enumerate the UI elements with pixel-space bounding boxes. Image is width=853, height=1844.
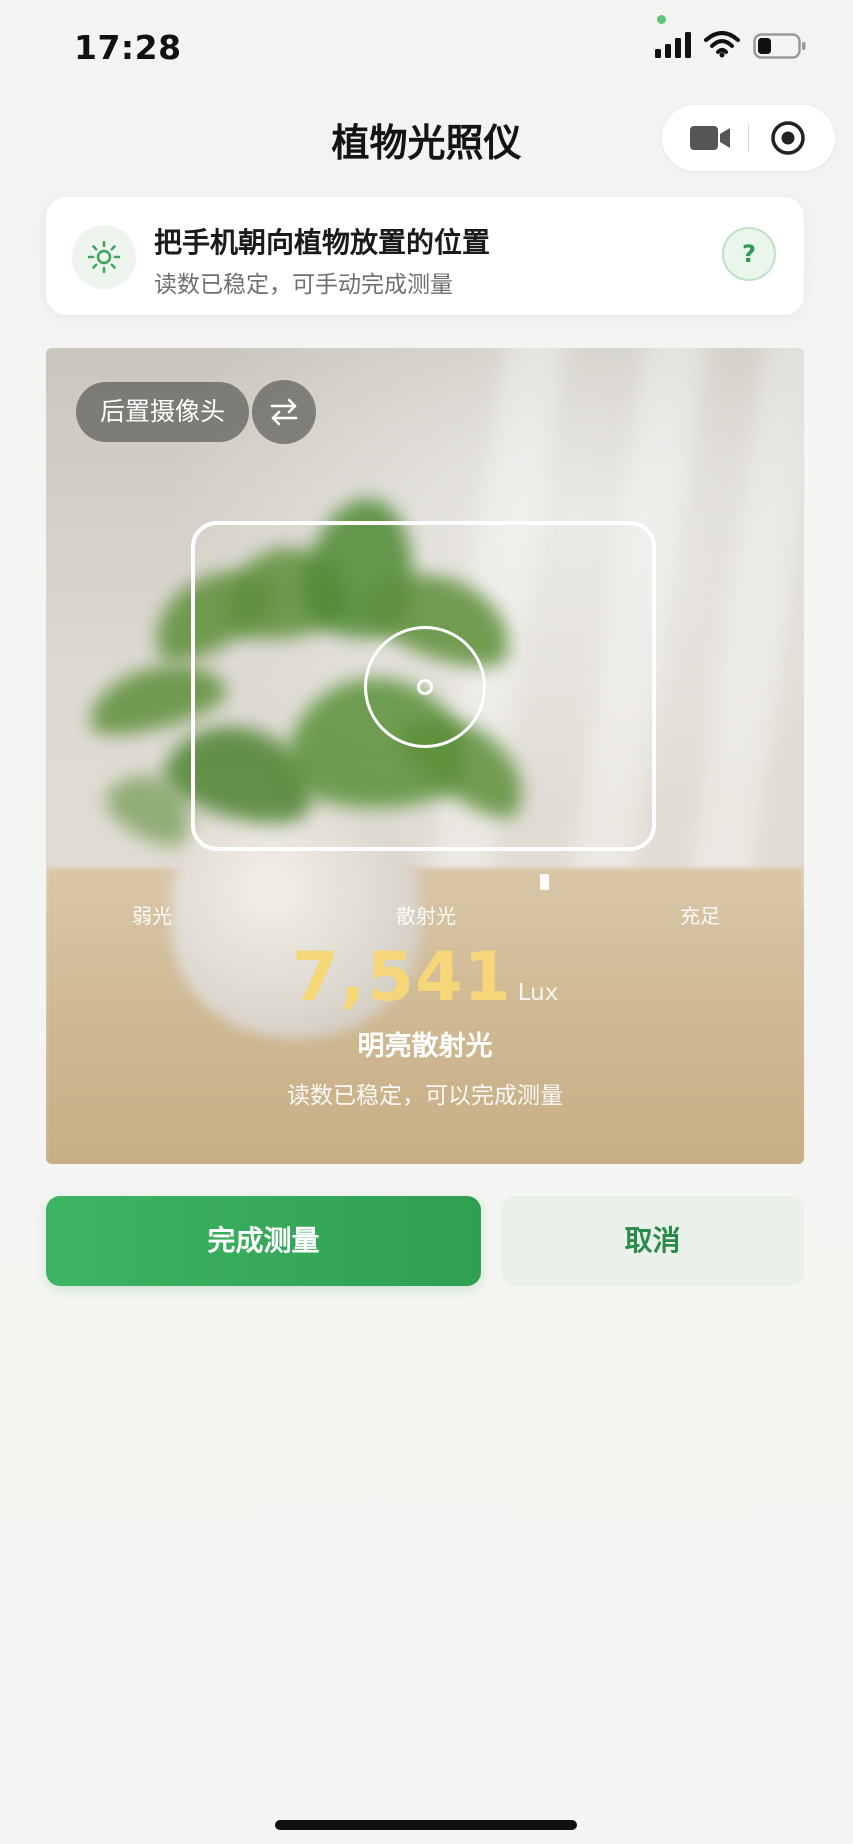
- capsule-divider: [748, 124, 749, 152]
- instruction-title: 把手机朝向植物放置的位置: [154, 226, 491, 259]
- lux-unit: Lux: [517, 980, 559, 1006]
- camera-flip-button[interactable]: [252, 380, 316, 444]
- lux-readout: 7,541 Lux: [46, 938, 804, 1017]
- privacy-indicator-dot: [657, 15, 666, 24]
- status-time: 17:28: [74, 28, 182, 67]
- help-button[interactable]: ?: [722, 227, 776, 281]
- metering-center-dot: [417, 679, 433, 695]
- instruction-subtitle: 读数已稳定，可手动完成测量: [154, 272, 453, 298]
- scale-label-high: 充足: [680, 904, 720, 928]
- wifi-icon: [704, 31, 740, 58]
- plant-light-meter-page: 17:28 植物光照仪 把手机朝向植物放置的位置 读数已稳定，可手动完成测量 ?…: [0, 0, 853, 1844]
- swap-arrows-icon: [270, 398, 298, 426]
- video-camera-icon[interactable]: [690, 124, 732, 152]
- lux-value: 7,541: [291, 938, 512, 1017]
- stable-hint: 读数已稳定，可以完成测量: [287, 1083, 563, 1109]
- home-indicator[interactable]: [275, 1820, 577, 1830]
- light-level-marker: [540, 874, 549, 890]
- battery-icon: [753, 33, 806, 59]
- scale-label-low: 弱光: [132, 904, 172, 928]
- camera-select-button[interactable]: 后置摄像头: [76, 382, 250, 442]
- light-level-label: 明亮散射光: [357, 1031, 493, 1062]
- scale-label-mid: 散射光: [396, 904, 456, 928]
- cancel-button[interactable]: 取消: [501, 1196, 804, 1286]
- mini-program-capsule: [662, 105, 835, 171]
- camera-preview: 后置摄像头 弱光 散射光 充足 7,541 Lux 明亮散射光 读数已稳定，可以完…: [46, 348, 804, 1164]
- target-icon[interactable]: [770, 120, 806, 156]
- sun-icon: [88, 241, 120, 273]
- sun-icon-badge: [72, 225, 136, 289]
- finish-measurement-button[interactable]: 完成测量: [46, 1196, 481, 1286]
- instruction-card: 把手机朝向植物放置的位置 读数已稳定，可手动完成测量 ?: [46, 197, 804, 315]
- signal-icon: [655, 32, 691, 58]
